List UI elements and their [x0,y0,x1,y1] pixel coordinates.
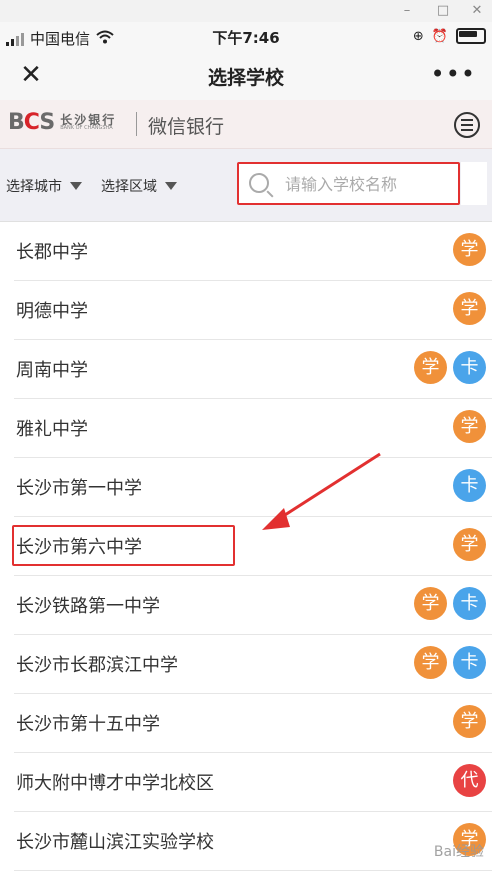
watermark: Bai经验 [433,844,484,860]
annotation-arrow [262,452,381,530]
